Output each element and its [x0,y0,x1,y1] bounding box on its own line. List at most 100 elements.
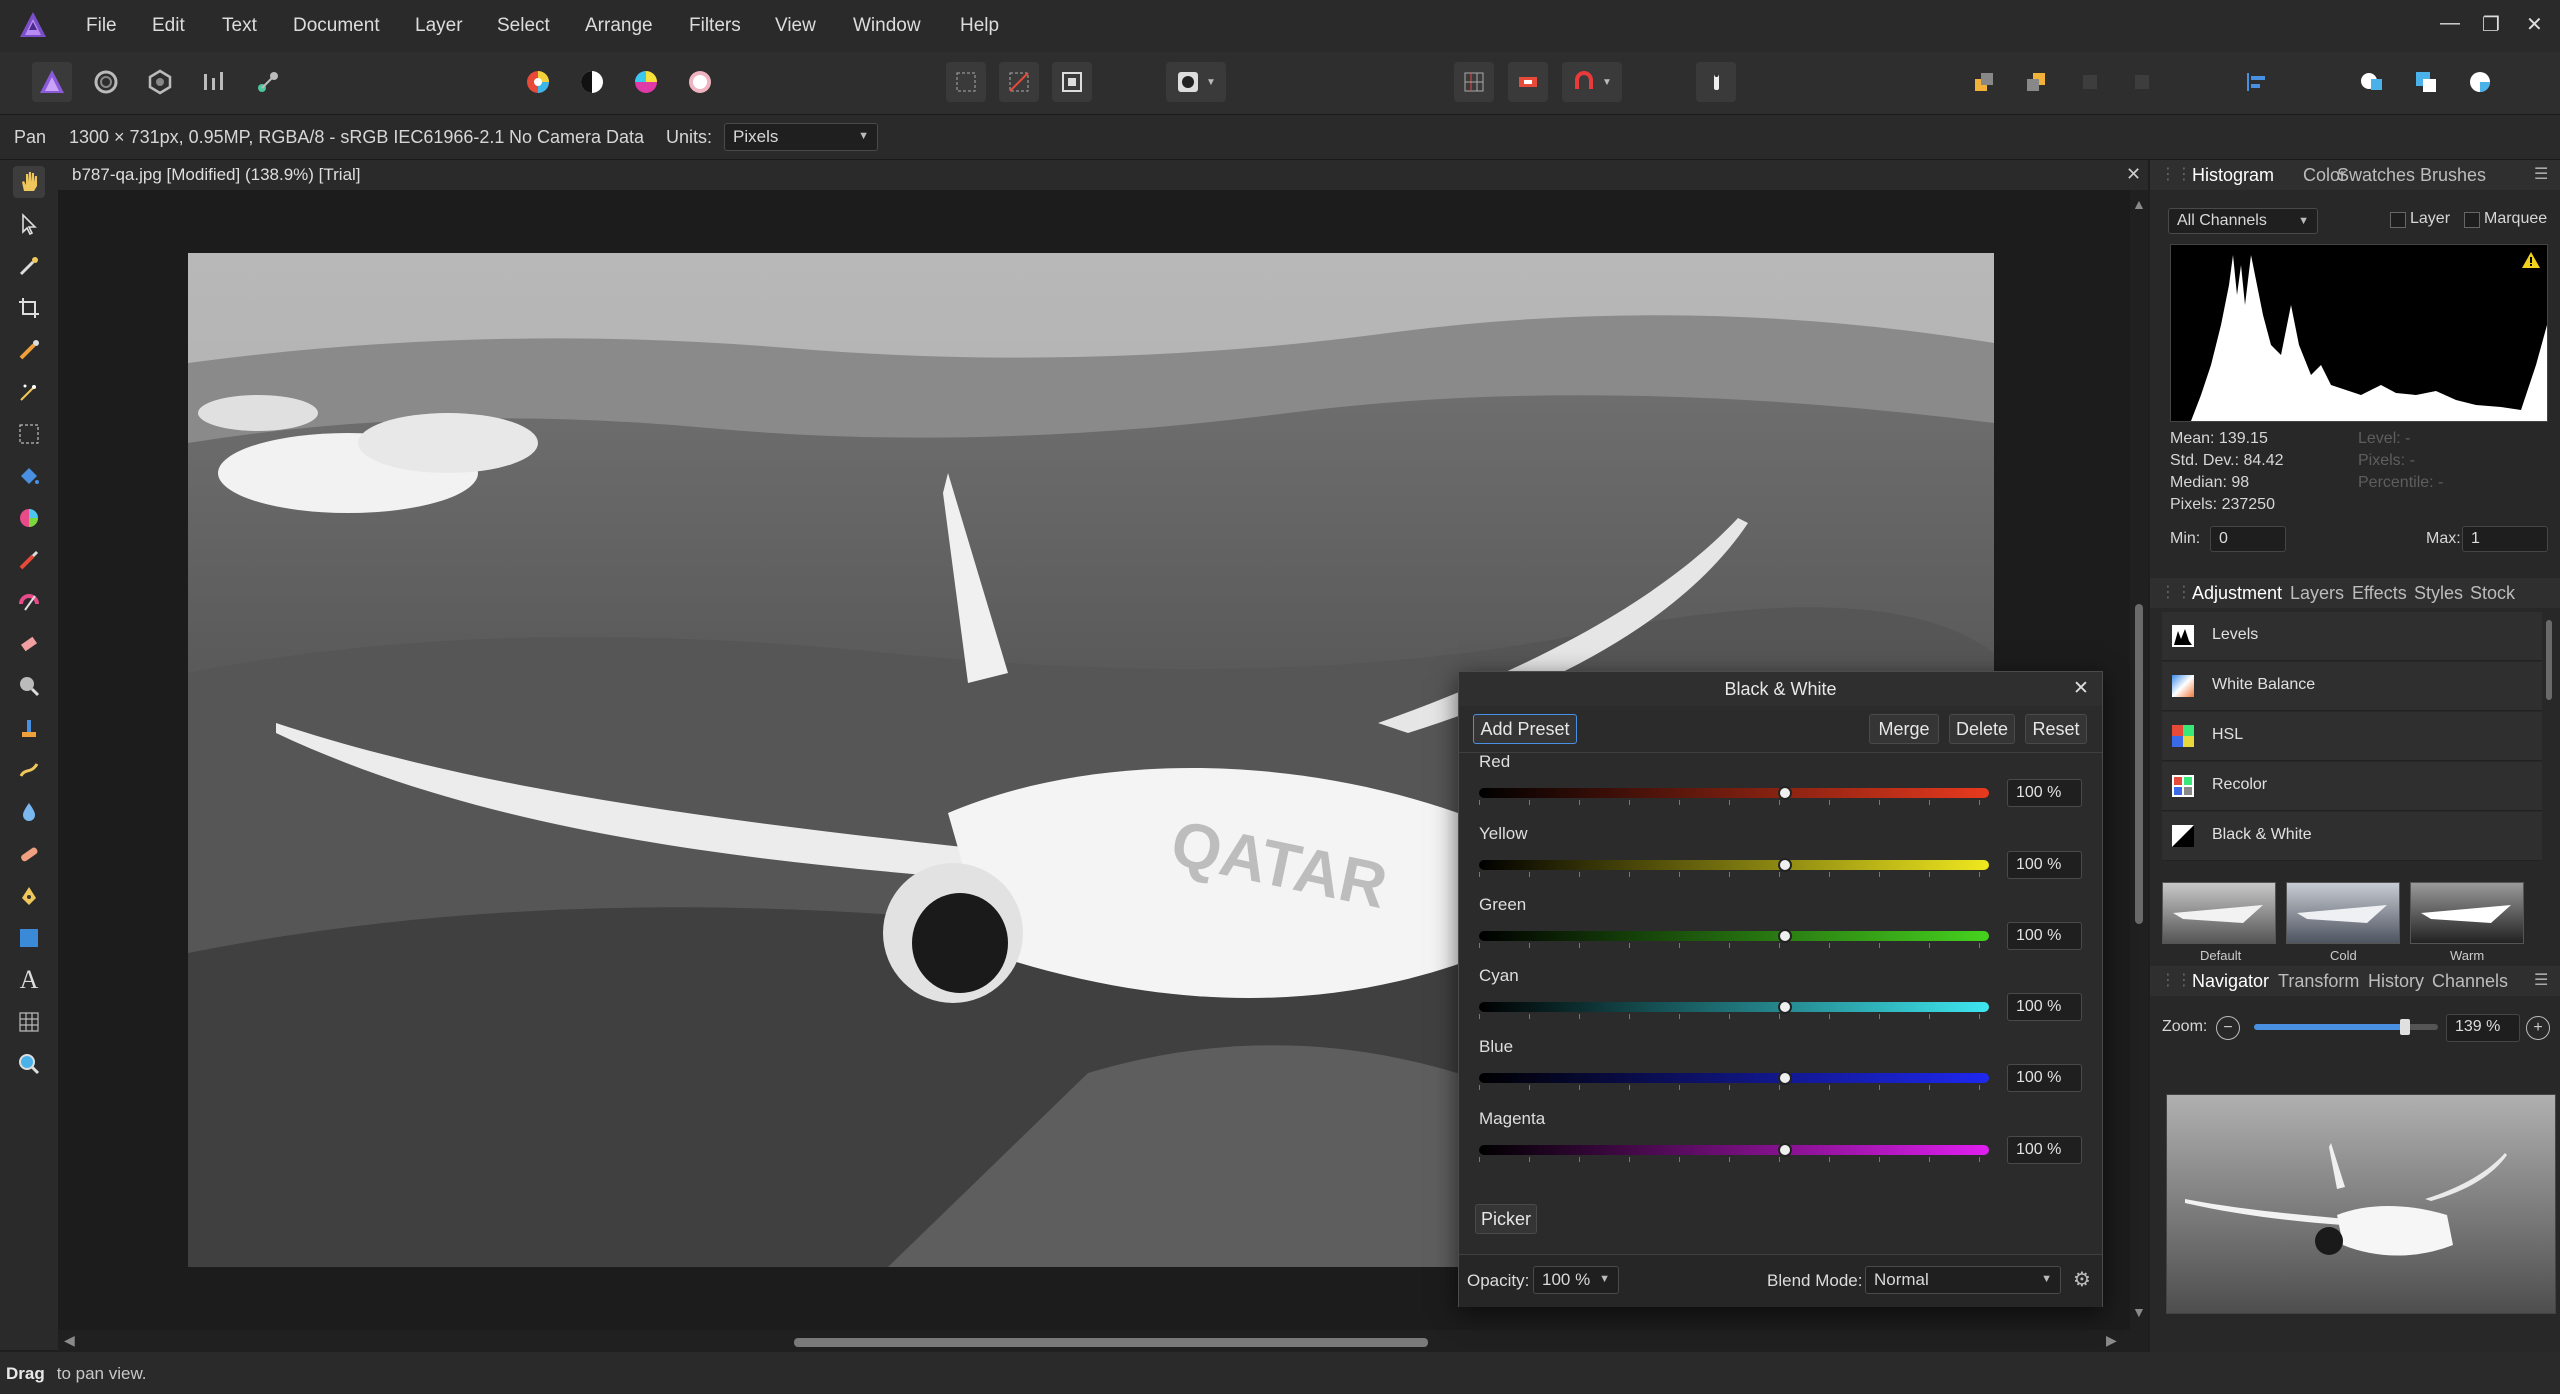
merge-button[interactable]: Merge [1869,714,1939,744]
gear-icon[interactable]: ⚙ [2073,1267,2091,1292]
tone-mapping-persona-icon[interactable] [194,62,234,102]
tab-histogram[interactable]: Histogram [2192,165,2274,186]
boolean-add-icon[interactable] [2352,62,2392,102]
tab-transform[interactable]: Transform [2278,971,2359,992]
document-tab[interactable]: b787-qa.jpg [Modified] (138.9%) [Trial] … [58,160,2148,190]
deselect-icon[interactable] [999,62,1039,102]
color-picker-tool-icon[interactable] [13,250,45,282]
min-input[interactable]: 0 [2210,526,2286,552]
arrange-forward-icon[interactable] [2070,62,2110,102]
red-value-input[interactable]: 100 % [2007,779,2082,807]
color-replacement-tool-icon[interactable] [13,586,45,618]
panel-menu-icon[interactable]: ☰ [2534,970,2548,990]
auto-white-balance-icon[interactable] [680,62,720,102]
assistant-icon[interactable] [1696,62,1736,102]
tab-channels[interactable]: Channels [2432,971,2508,992]
adjustment-item-recolor[interactable]: Recolor [2162,762,2542,811]
yellow-slider-handle[interactable] [1778,858,1792,872]
vertical-scroll-thumb[interactable] [2135,604,2143,924]
auto-colors-icon[interactable] [626,62,666,102]
close-document-icon[interactable]: ✕ [2126,164,2141,185]
channel-dropdown[interactable]: All Channels ▼ [2168,208,2318,234]
yellow-value-input[interactable]: 100 % [2007,851,2082,879]
layer-checkbox[interactable] [2390,212,2406,228]
reset-button[interactable]: Reset [2025,714,2087,744]
zoom-input[interactable]: 139 % [2446,1014,2520,1042]
selection-brush-tool-icon[interactable] [13,334,45,366]
blue-slider-track[interactable] [1479,1073,1989,1083]
liquify-persona-icon[interactable] [86,62,126,102]
yellow-slider-track[interactable] [1479,860,1989,870]
blue-value-input[interactable]: 100 % [2007,1064,2082,1092]
develop-persona-icon[interactable] [140,62,180,102]
menu-file[interactable]: File [86,15,117,37]
horizontal-scrollbar[interactable]: ◀ ▶ [58,1330,2148,1352]
menu-arrange[interactable]: Arrange [585,15,653,37]
menu-help[interactable]: Help [960,15,999,37]
affinity-photo-logo-icon[interactable] [18,10,48,40]
preset-thumbnail-warm[interactable] [2410,882,2524,944]
magenta-value-input[interactable]: 100 % [2007,1136,2082,1164]
close-dialog-icon[interactable]: ✕ [2073,677,2089,700]
zoom-out-icon[interactable]: − [2216,1016,2240,1040]
scroll-down-icon[interactable]: ▼ [2132,1304,2146,1320]
zoom-slider-handle[interactable] [2399,1019,2410,1035]
gradient-tool-icon[interactable] [13,502,45,534]
align-left-icon[interactable] [2236,62,2276,102]
menu-edit[interactable]: Edit [152,15,185,37]
dialog-title-bar[interactable]: Black & White ✕ [1459,672,2102,706]
horizontal-scroll-thumb[interactable] [794,1338,1428,1347]
scroll-up-icon[interactable]: ▲ [2132,196,2146,212]
grid-snapping-icon[interactable] [1454,62,1494,102]
adjustment-item-white-balance[interactable]: White Balance [2162,662,2542,711]
picker-button[interactable]: Picker [1475,1204,1537,1234]
quick-mask-icon[interactable]: ▼ [1166,62,1226,102]
menu-document[interactable]: Document [293,15,380,37]
opacity-dropdown[interactable]: 100 % ▼ [1533,1266,1619,1294]
tab-layers[interactable]: Layers [2290,583,2344,604]
menu-select[interactable]: Select [497,15,550,37]
export-persona-icon[interactable] [248,62,288,102]
dodge-brush-tool-icon[interactable] [13,670,45,702]
pen-tool-icon[interactable] [13,880,45,912]
marquee-checkbox[interactable] [2464,212,2480,228]
tab-brushes[interactable]: Brushes [2420,165,2486,186]
adjustment-scroll-thumb[interactable] [2546,620,2552,700]
menu-window[interactable]: Window [853,15,921,37]
zoom-slider-track[interactable] [2254,1019,2438,1035]
vertical-scrollbar[interactable]: ▲ ▼ [2130,190,2148,1330]
photo-persona-icon[interactable] [32,62,72,102]
blue-slider-handle[interactable] [1778,1071,1792,1085]
magenta-slider-track[interactable] [1479,1145,1989,1155]
camera-data[interactable]: No Camera Data [509,127,644,148]
close-window-icon[interactable]: ✕ [2526,12,2543,37]
rectangular-marquee-tool-icon[interactable] [13,418,45,450]
scroll-right-icon[interactable]: ▶ [2106,1332,2117,1349]
adjustment-item-levels[interactable]: Levels [2162,612,2542,661]
minimize-icon[interactable]: — [2440,12,2460,35]
tab-history[interactable]: History [2368,971,2424,992]
cyan-value-input[interactable]: 100 % [2007,993,2082,1021]
warning-icon[interactable] [2521,251,2541,274]
green-value-input[interactable]: 100 % [2007,922,2082,950]
magenta-slider-handle[interactable] [1778,1143,1792,1157]
cyan-slider-track[interactable] [1479,1002,1989,1012]
max-input[interactable]: 1 [2462,526,2548,552]
green-slider-handle[interactable] [1778,929,1792,943]
navigator-preview[interactable] [2166,1094,2556,1314]
snap-to-pixels-icon[interactable] [1508,62,1548,102]
boolean-subtract-icon[interactable] [2406,62,2446,102]
menu-layer[interactable]: Layer [415,15,463,37]
panel-grip-icon[interactable]: ⋮⋮ [2160,970,2192,990]
menu-text[interactable]: Text [222,15,257,37]
preset-thumbnail-default[interactable] [2162,882,2276,944]
tab-adjustment[interactable]: Adjustment [2192,583,2282,604]
red-slider-track[interactable] [1479,788,1989,798]
cyan-slider-handle[interactable] [1778,1000,1792,1014]
auto-levels-icon[interactable] [518,62,558,102]
move-tool-icon[interactable] [13,208,45,240]
invert-selection-icon[interactable] [1052,62,1092,102]
flood-fill-tool-icon[interactable] [13,460,45,492]
panel-grip-icon[interactable]: ⋮⋮ [2160,582,2192,602]
flood-select-tool-icon[interactable] [13,376,45,408]
